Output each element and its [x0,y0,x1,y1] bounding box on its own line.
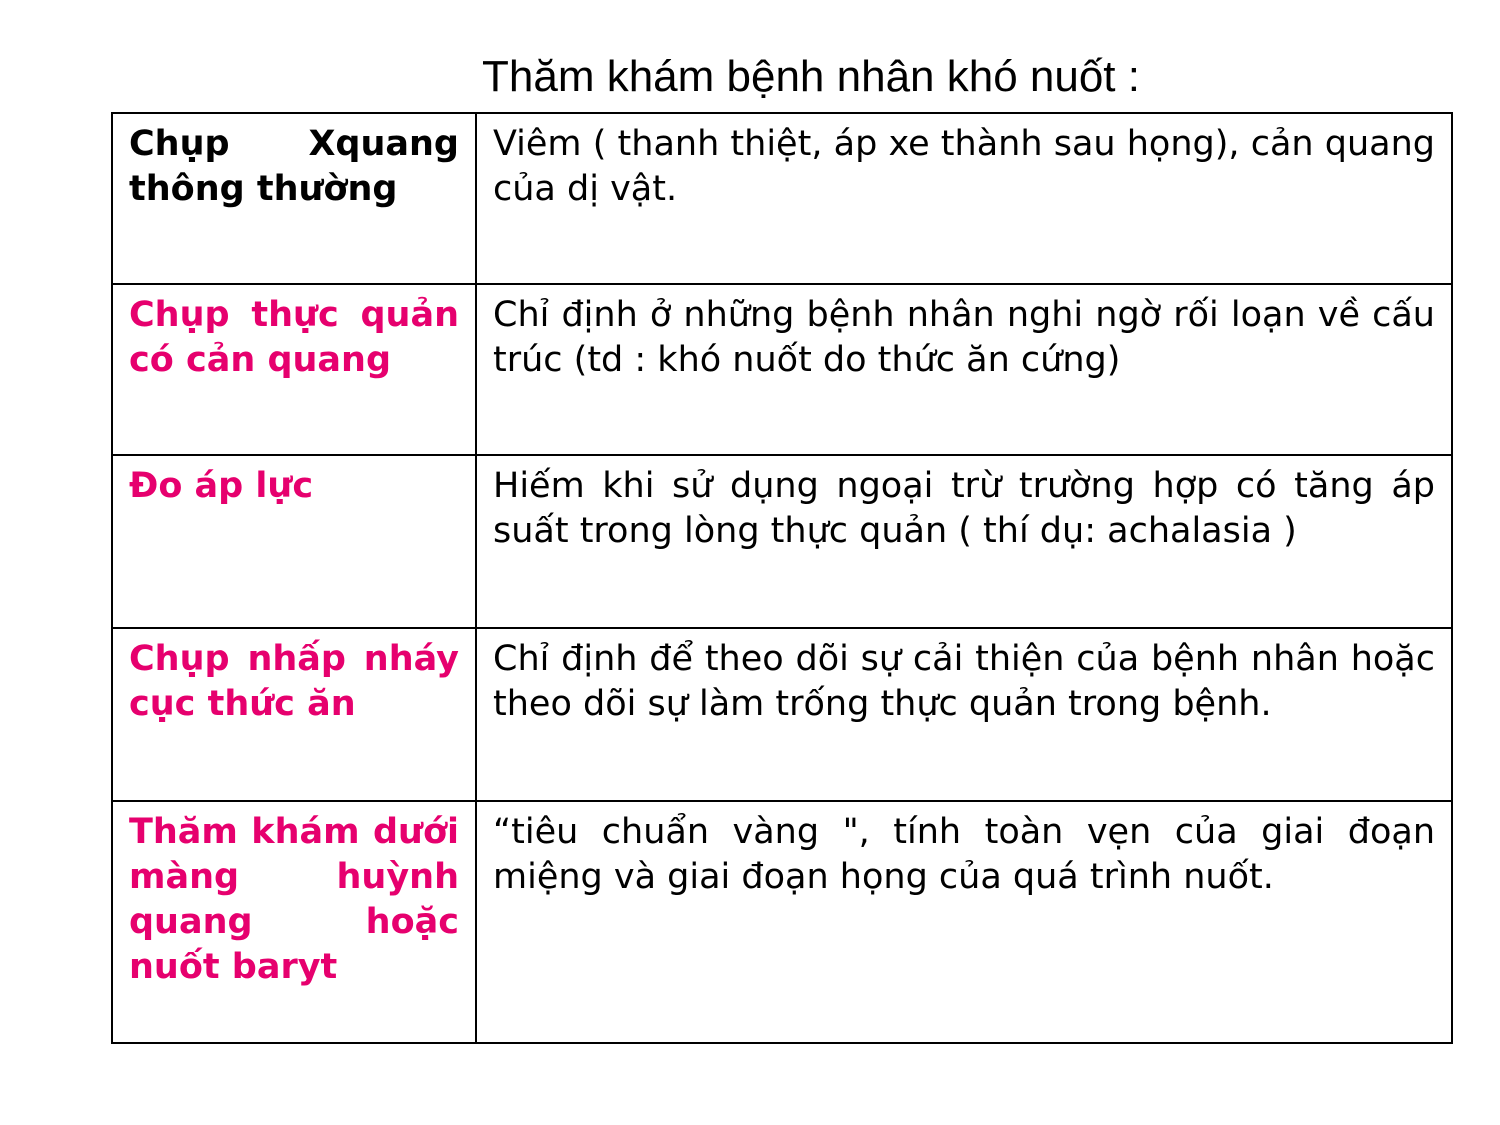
method-cell: Thăm khám dưới màng huỳnh quang hoặc nuố… [111,800,477,1044]
table-row: Chụp thực quản có cản quang Chỉ định ở n… [111,283,1453,456]
description-cell: “tiêu chuẩn vàng ", tính toàn vẹn của gi… [475,800,1453,1044]
table-row: Đo áp lực Hiếm khi sử dụng ngoại trừ trư… [111,454,1453,629]
table-row: Thăm khám dưới màng huỳnh quang hoặc nuố… [111,800,1453,1044]
method-cell: Chụp thực quản có cản quang [111,283,477,456]
examination-table: Chụp Xquang thông thường Viêm ( thanh th… [111,112,1453,1044]
table-row: Chụp Xquang thông thường Viêm ( thanh th… [111,112,1453,285]
description-cell: Chỉ định để theo dõi sự cải thiện của bệ… [475,627,1453,802]
table-row: Chụp nhấp nháy cục thức ăn Chỉ định để t… [111,627,1453,802]
method-cell: Chụp Xquang thông thường [111,112,477,285]
method-cell: Đo áp lực [111,454,477,629]
description-cell: Hiếm khi sử dụng ngoại trừ trường hợp có… [475,454,1453,629]
description-cell: Chỉ định ở những bệnh nhân nghi ngờ rối … [475,283,1453,456]
description-cell: Viêm ( thanh thiệt, áp xe thành sau họng… [475,112,1453,285]
method-cell: Chụp nhấp nháy cục thức ăn [111,627,477,802]
slide-title: Thăm khám bệnh nhân khó nuốt : [482,52,1140,101]
